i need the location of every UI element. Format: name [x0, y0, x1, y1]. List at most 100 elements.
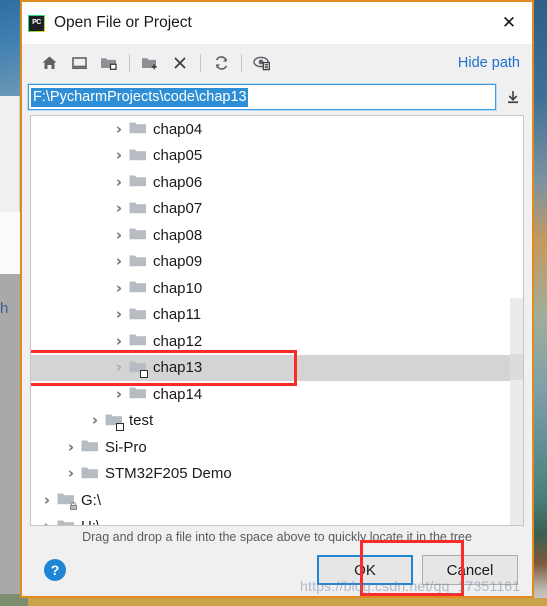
- cancel-button[interactable]: Cancel: [422, 555, 518, 585]
- chevron-right-icon[interactable]: ›: [109, 201, 129, 216]
- scrollbar-track[interactable]: [510, 298, 523, 525]
- desktop-wallpaper-strip: [533, 0, 547, 606]
- path-input-value: F:\PycharmProjects\code\chap13: [31, 87, 248, 107]
- chevron-right-icon[interactable]: ›: [37, 519, 57, 525]
- dialog-button-bar: ? OK Cancel: [22, 540, 532, 596]
- path-input[interactable]: F:\PycharmProjects\code\chap13: [27, 83, 497, 111]
- tree-row-label: chap14: [153, 385, 203, 403]
- chevron-right-icon[interactable]: ›: [109, 307, 129, 322]
- project-folder-icon[interactable]: [94, 49, 124, 77]
- background-window-body: [0, 96, 20, 212]
- lock-badge-icon: [70, 502, 77, 511]
- tree-row[interactable]: › G:\: [31, 487, 523, 514]
- tree-row[interactable]: › H:\: [31, 514, 523, 525]
- folder-icon: [129, 121, 149, 137]
- chevron-right-icon[interactable]: ›: [61, 466, 81, 481]
- tree-row-label: Si-Pro: [105, 438, 147, 456]
- tree-row-label: chap08: [153, 226, 203, 244]
- tree-row[interactable]: › chap07: [31, 196, 523, 223]
- tree-row-label: chap11: [153, 306, 202, 324]
- tree-row[interactable]: › chap04: [31, 116, 523, 143]
- chevron-right-icon[interactable]: ›: [109, 333, 129, 349]
- folder-icon: [57, 519, 77, 525]
- delete-icon[interactable]: [165, 49, 195, 77]
- chevron-right-icon[interactable]: ›: [109, 280, 129, 296]
- tree-row[interactable]: › chap06: [31, 169, 523, 196]
- chevron-right-icon[interactable]: ›: [109, 121, 129, 137]
- tree-row[interactable]: › chap05: [31, 143, 523, 170]
- folder-icon: [105, 413, 125, 431]
- folder-icon: [129, 360, 149, 378]
- folder-icon: [129, 307, 149, 323]
- tree-row-label: chap07: [153, 200, 203, 218]
- tree-row[interactable]: › chap12: [31, 328, 523, 355]
- toolbar-separator-1: [129, 54, 130, 72]
- tree-row[interactable]: › chap08: [31, 222, 523, 249]
- chevron-right-icon[interactable]: ›: [109, 148, 129, 163]
- desktop-icon[interactable]: [64, 49, 94, 77]
- folder-icon: [129, 201, 149, 217]
- dialog-title: Open File or Project: [54, 14, 192, 31]
- dialog-titlebar: PC Open File or Project ✕: [22, 2, 532, 44]
- close-icon[interactable]: ✕: [486, 2, 532, 44]
- folder-icon: [129, 280, 149, 296]
- home-icon[interactable]: [34, 49, 64, 77]
- module-badge-icon: [140, 369, 148, 378]
- tree-row[interactable]: › Si-Pro: [31, 434, 523, 461]
- module-badge-icon: [116, 422, 124, 431]
- chevron-right-icon[interactable]: ›: [85, 413, 105, 428]
- folder-icon: [81, 466, 101, 482]
- folder-icon: [81, 439, 101, 455]
- show-hidden-files-icon[interactable]: [247, 49, 277, 77]
- open-file-or-project-dialog: PC Open File or Project ✕ Hide path F:\P…: [20, 0, 534, 598]
- background-text-fragment: h: [0, 300, 9, 317]
- tree-row[interactable]: › chap09: [31, 249, 523, 276]
- tree-row-label: chap12: [153, 332, 203, 350]
- folder-icon: [57, 492, 77, 511]
- chevron-right-icon[interactable]: ›: [109, 174, 129, 190]
- toolbar-separator-3: [241, 54, 242, 72]
- background-window-titlebar: [0, 0, 20, 96]
- hide-path-link[interactable]: Hide path: [458, 55, 520, 71]
- help-icon[interactable]: ?: [44, 559, 66, 581]
- tree-row-label: chap04: [153, 120, 203, 138]
- folder-icon: [129, 333, 149, 349]
- tree-row[interactable]: › test: [31, 408, 523, 435]
- folder-icon: [129, 227, 149, 243]
- folder-icon: [129, 148, 149, 164]
- file-tree-panel: › chap04 › chap05 › chap06 › chap07 › chap08 › chap…: [30, 115, 524, 526]
- background-bottom-strip: [0, 598, 547, 606]
- dialog-actions: OK Cancel: [317, 555, 518, 585]
- tree-row-label: H:\: [81, 518, 100, 525]
- folder-icon: [129, 386, 149, 402]
- chevron-right-icon[interactable]: ›: [109, 386, 129, 402]
- dialog-toolbar: Hide path: [22, 44, 532, 82]
- tree-row[interactable]: › chap10: [31, 275, 523, 302]
- download-arrow-icon[interactable]: [500, 89, 526, 105]
- chevron-right-icon[interactable]: ›: [109, 254, 129, 269]
- pycharm-icon-label: PC: [32, 18, 41, 26]
- pycharm-icon: PC: [28, 14, 45, 32]
- tree-vertical-scrollbar[interactable]: [510, 116, 523, 525]
- chevron-right-icon[interactable]: ›: [61, 439, 81, 455]
- tree-row-label: test: [129, 412, 154, 430]
- tree-row-label: G:\: [81, 491, 102, 509]
- tree-row[interactable]: › chap11: [31, 302, 523, 329]
- ok-button[interactable]: OK: [317, 555, 413, 585]
- chevron-right-icon[interactable]: ›: [37, 492, 57, 508]
- scrollbar-thumb[interactable]: [510, 354, 523, 380]
- chevron-right-icon[interactable]: ›: [109, 360, 129, 375]
- chevron-right-icon[interactable]: ›: [109, 227, 129, 243]
- tree-row-label: chap10: [153, 279, 203, 297]
- refresh-icon[interactable]: [206, 49, 236, 77]
- file-tree[interactable]: › chap04 › chap05 › chap06 › chap07 › chap08 › chap…: [31, 116, 523, 525]
- new-folder-icon[interactable]: [135, 49, 165, 77]
- tree-row[interactable]: › STM32F205 Demo: [31, 461, 523, 488]
- tree-row[interactable]: › chap13: [31, 354, 523, 381]
- folder-icon: [129, 174, 149, 190]
- path-row: F:\PycharmProjects\code\chap13: [22, 82, 532, 112]
- background-window-body-lower: [0, 212, 20, 274]
- tree-row[interactable]: › chap14: [31, 381, 523, 408]
- tree-row-label: chap09: [153, 253, 203, 271]
- folder-icon: [129, 254, 149, 270]
